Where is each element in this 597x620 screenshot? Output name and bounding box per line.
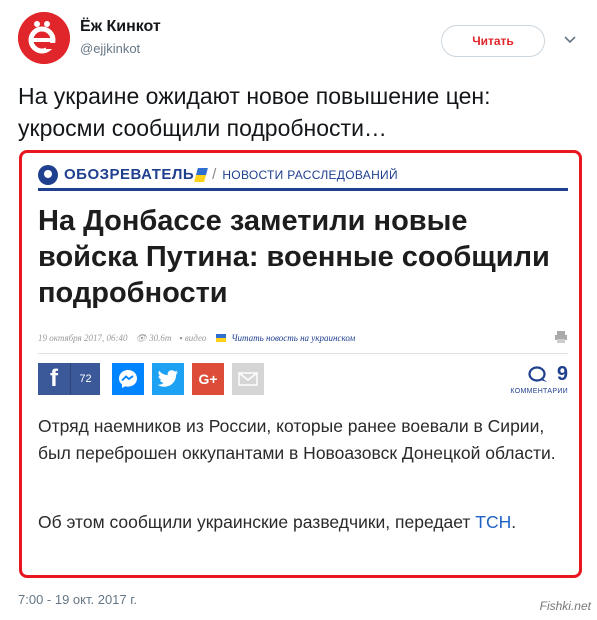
facebook-share-count: 72 — [70, 363, 100, 395]
comments-label: КОММЕНТАРИИ — [510, 388, 568, 395]
paragraph-end: . — [511, 512, 517, 532]
avatar[interactable] — [18, 12, 70, 64]
email-share-button — [232, 363, 264, 395]
view-count: 👁 30.6т — [135, 332, 172, 343]
twitter-share-button — [152, 363, 184, 395]
meta-divider — [38, 353, 568, 354]
chevron-down-icon[interactable] — [563, 32, 577, 46]
video-label: ▪ видео — [179, 333, 207, 343]
breadcrumb-section: НОВОСТИ РАССЛЕДОВАНИЙ — [222, 167, 398, 182]
source-link: ТСН — [475, 512, 512, 532]
tweet-timestamp[interactable]: 7:00 - 19 окт. 2017 г. — [18, 592, 137, 607]
share-bar: f 72 G+ 9 КОММЕНТАРИИ — [38, 363, 568, 397]
envelope-icon — [238, 372, 258, 386]
follow-button[interactable]: Читать — [441, 25, 545, 57]
article-date: 19 октября 2017, 06:40 — [38, 333, 128, 343]
user-handle[interactable]: @ejjkinkot — [80, 41, 140, 56]
article-screenshot-card[interactable]: ОБОЗРЕВАТЕЛЬ / НОВОСТИ РАССЛЕДОВАНИЙ На … — [19, 150, 582, 578]
breadcrumb-separator: / — [212, 166, 217, 183]
read-in-ukrainian-link: Читать новость на украинском — [231, 333, 356, 343]
tweet-header: Ёж Кинкот @ejjkinkot Читать — [18, 12, 583, 68]
site-name: ОБОЗРЕВАТЕЛЬ — [64, 166, 195, 183]
site-header: ОБОЗРЕВАТЕЛЬ / НОВОСТИ РАССЛЕДОВАНИЙ — [38, 161, 568, 191]
comments-counter: 9 КОММЕНТАРИИ — [498, 363, 568, 397]
googleplus-share-button: G+ — [192, 363, 224, 395]
comment-bubble-icon — [528, 366, 547, 382]
avatar-logo-icon — [18, 12, 70, 64]
comments-count: 9 — [556, 363, 568, 385]
video-label-text: видео — [184, 333, 207, 343]
print-icon — [555, 331, 567, 343]
facebook-icon: f — [50, 365, 58, 392]
tweet-text: На украине ожидают новое повышение цен: … — [18, 83, 491, 141]
facebook-share-button: f — [38, 363, 70, 395]
article-headline: На Донбассе заметили новые войска Путина… — [38, 205, 550, 309]
messenger-icon — [119, 370, 137, 388]
ua-flag-icon — [216, 334, 227, 342]
article-paragraph: Отряд наемников из России, которые ранее… — [38, 416, 556, 463]
article-paragraph: Об этом сообщили украинские разведчики, … — [38, 509, 568, 536]
view-count-value: 30.6т — [149, 332, 172, 343]
twitter-bird-icon — [157, 370, 178, 387]
user-name[interactable]: Ёж Кинкот — [80, 18, 161, 36]
watermark: Fishki.net — [539, 599, 591, 613]
article-meta: 19 октября 2017, 06:40 👁 30.6т ▪ видео Ч… — [38, 330, 568, 346]
paragraph-text: Об этом сообщили украинские разведчики, … — [38, 512, 476, 532]
site-logo-icon — [38, 164, 58, 185]
messenger-share-button — [112, 363, 144, 395]
ukraine-flag-icon — [194, 167, 209, 182]
